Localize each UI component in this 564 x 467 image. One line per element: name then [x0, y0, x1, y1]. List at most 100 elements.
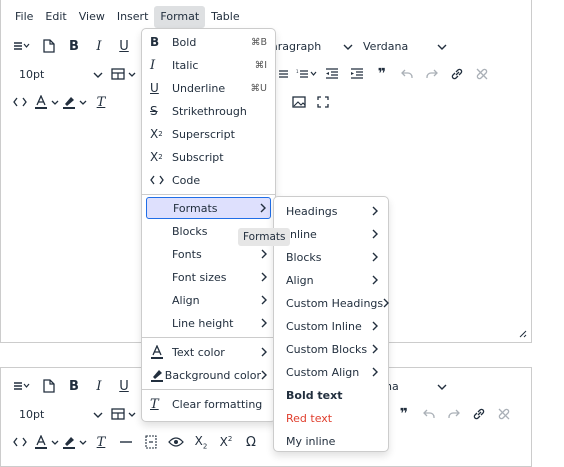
source-code-button[interactable]: [9, 90, 31, 114]
menu-item-bold[interactable]: B Bold ⌘B: [146, 31, 271, 53]
format-list-icon: [13, 40, 31, 52]
image-button[interactable]: [288, 90, 310, 114]
resize-handle-icon[interactable]: [517, 328, 527, 338]
menu-item-underline[interactable]: U Underline ⌘U: [146, 77, 271, 99]
submenu-item-bold-text[interactable]: Bold text: [278, 384, 384, 406]
font-size-select[interactable]: 10pt: [19, 62, 103, 86]
new-document-button[interactable]: [38, 34, 60, 58]
underline-button[interactable]: U: [113, 34, 135, 58]
superscript-button[interactable]: X2: [215, 430, 237, 454]
chevron-right-icon: [372, 275, 378, 285]
clear-formatting-button[interactable]: T: [90, 90, 112, 114]
unlink-icon: [497, 407, 511, 421]
text-color-button[interactable]: [34, 90, 59, 114]
menu-item-code[interactable]: Code: [146, 169, 271, 191]
undo-button[interactable]: [418, 402, 440, 426]
italic-button[interactable]: I: [88, 374, 110, 398]
menu-edit[interactable]: Edit: [39, 6, 72, 28]
submenu-item-custom-inline[interactable]: Custom Inline: [278, 315, 384, 337]
menu-item-text-color[interactable]: Text color: [146, 341, 271, 363]
undo-button[interactable]: [396, 62, 418, 86]
font-family-select[interactable]: na: [385, 374, 447, 398]
menu-insert[interactable]: Insert: [111, 6, 155, 28]
text-color-icon: [34, 95, 48, 109]
outdent-button[interactable]: [321, 62, 343, 86]
italic-button[interactable]: I: [88, 34, 110, 58]
table-button[interactable]: [111, 402, 136, 426]
menu-item-fonts[interactable]: Fonts: [146, 243, 271, 265]
new-document-icon: [43, 379, 55, 393]
menu-item-line-height[interactable]: Line height: [146, 312, 271, 334]
menu-item-subscript[interactable]: X2 Subscript: [146, 146, 271, 168]
subscript-button[interactable]: X2: [190, 430, 212, 454]
text-color-button[interactable]: [34, 430, 59, 454]
table-button[interactable]: [111, 62, 136, 86]
menu-item-background-color[interactable]: Background color: [146, 364, 271, 386]
chevron-right-icon: [261, 272, 267, 282]
unlink-button[interactable]: [493, 402, 515, 426]
menu-item-formats[interactable]: Formats: [146, 197, 271, 219]
clear-formatting-button[interactable]: T: [90, 430, 112, 454]
block-format-select[interactable]: aragraph: [271, 34, 353, 58]
submenu-item-label: Align: [286, 273, 314, 287]
horizontal-line-button[interactable]: [115, 430, 137, 454]
blockquote-button[interactable]: ❞: [393, 402, 415, 426]
highlight-color-button[interactable]: [62, 430, 87, 454]
menu-item-label: Code: [172, 173, 201, 187]
menu-item-strikethrough[interactable]: S Strikethrough: [146, 100, 271, 122]
style-list-button[interactable]: [9, 374, 35, 398]
submenu-item-align[interactable]: Align: [278, 269, 384, 291]
font-family-select[interactable]: Verdana: [363, 34, 447, 58]
menu-format[interactable]: Format: [154, 6, 206, 28]
source-code-button[interactable]: [9, 430, 31, 454]
bold-button[interactable]: B: [63, 374, 85, 398]
underline-button[interactable]: U: [113, 374, 135, 398]
menu-item-align[interactable]: Align: [146, 289, 271, 311]
submenu-item-custom-headings[interactable]: Custom Headings: [278, 292, 390, 314]
preview-button[interactable]: [165, 430, 187, 454]
numbered-list-button[interactable]: 1: [296, 62, 318, 86]
source-code-icon: [13, 97, 27, 107]
submenu-item-inline[interactable]: nline: [278, 223, 384, 245]
menu-item-label: Align: [172, 293, 200, 307]
submenu-item-custom-blocks[interactable]: Custom Blocks: [278, 338, 384, 360]
redo-button[interactable]: [421, 62, 443, 86]
submenu-item-custom-align[interactable]: Custom Align: [278, 361, 384, 383]
menu-item-superscript[interactable]: X2 Superscript: [146, 123, 271, 145]
toolbar-row-2-right: ❞: [393, 400, 518, 428]
undo-icon: [401, 69, 413, 79]
indent-button[interactable]: [346, 62, 368, 86]
page-break-button[interactable]: [140, 430, 162, 454]
link-button[interactable]: [446, 62, 468, 86]
submenu-item-red-text[interactable]: Red text: [278, 407, 384, 429]
fullscreen-button[interactable]: [312, 90, 334, 114]
menu-item-font-sizes[interactable]: Font sizes: [146, 266, 271, 288]
special-character-button[interactable]: Ω: [240, 430, 262, 454]
code-icon: [150, 175, 172, 185]
blockquote-button[interactable]: ❞: [371, 62, 393, 86]
highlight-color-button[interactable]: [62, 90, 87, 114]
quote-icon: ❞: [377, 66, 387, 82]
menu-table[interactable]: Table: [205, 6, 245, 28]
shortcut-label: ⌘I: [254, 59, 267, 71]
new-document-button[interactable]: [38, 374, 60, 398]
menu-item-clear-formatting[interactable]: T Clear formatting: [146, 393, 271, 415]
style-list-button[interactable]: [9, 34, 35, 58]
subscript-icon: X2: [150, 150, 163, 164]
menu-file[interactable]: File: [9, 6, 39, 28]
menu-item-label: Bold: [172, 35, 197, 49]
menu-item-italic[interactable]: I Italic ⌘I: [146, 54, 271, 76]
italic-icon: I: [96, 378, 102, 394]
chevron-right-icon: [372, 367, 378, 377]
submenu-item-blocks[interactable]: Blocks: [278, 246, 384, 268]
block-format-value: aragraph: [271, 39, 322, 53]
submenu-item-my-inline[interactable]: My inline: [278, 430, 384, 452]
redo-button[interactable]: [443, 402, 465, 426]
bold-button[interactable]: B: [63, 34, 85, 58]
highlight-color-icon: [62, 95, 76, 109]
submenu-item-headings[interactable]: Headings: [278, 200, 384, 222]
unlink-button[interactable]: [471, 62, 493, 86]
menu-view[interactable]: View: [73, 6, 111, 28]
link-button[interactable]: [468, 402, 490, 426]
font-size-select[interactable]: 10pt: [19, 402, 103, 426]
